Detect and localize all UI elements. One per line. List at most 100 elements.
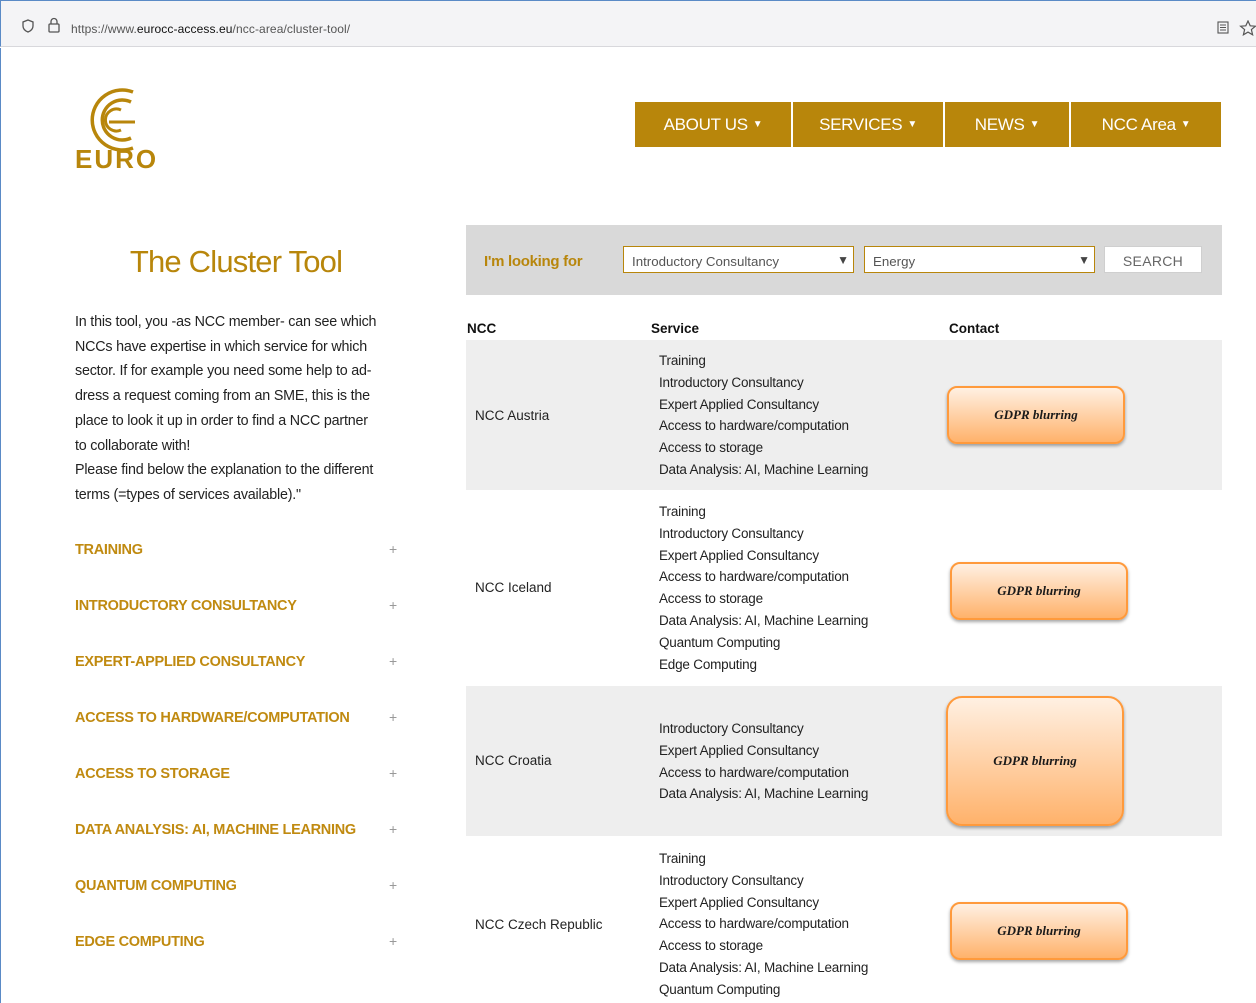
intro-line: terms (=types of services available)." [75,486,301,503]
caret-down-icon: ▼ [752,119,763,130]
service-list: Training Introductory Consultancy Expert… [659,501,868,675]
bookmark-star-icon[interactable] [1239,20,1256,36]
url-field[interactable]: https://www.eurocc-access.eu/ncc-area/cl… [71,22,350,36]
table-row: NCC Czech Republic Training Introductory… [466,836,1222,1003]
table-row: NCC Iceland Training Introductory Consul… [466,490,1222,686]
accordion-edge-computing[interactable]: EDGE COMPUTING + [75,933,405,990]
plus-icon[interactable]: + [389,653,397,669]
intro-line: to collaborate with! [75,437,191,454]
dropdown-arrow-icon: ▼ [1078,253,1090,267]
nav-label: NCC Area [1101,114,1176,134]
service-select-value: Introductory Consultancy [632,254,780,269]
page: EURO ABOUT US ▼ SERVICES ▼ NEWS ▼ NCC Area ▼… [0,48,1256,1003]
reader-view-icon[interactable] [1217,21,1229,34]
url-path: /ncc-area/cluster-tool/ [232,22,351,36]
accordion-label: EXPERT-APPLIED CONSULTANCY [75,654,306,670]
accordion-label: TRAINING [75,542,143,558]
nav-about-us[interactable]: ABOUT US ▼ [635,102,791,147]
accordion-expert-applied-consultancy[interactable]: EXPERT-APPLIED CONSULTANCY + [75,653,405,710]
plus-icon[interactable]: + [389,541,397,557]
service-item: Edge Computing [659,656,757,672]
accordion-quantum-computing[interactable]: QUANTUM COMPUTING + [75,877,405,934]
plus-icon[interactable]: + [389,933,397,949]
shield-icon[interactable] [21,19,35,33]
ncc-name: NCC Iceland [475,580,552,595]
service-item: Introductory Consultancy [659,374,804,390]
caret-down-icon: ▼ [1029,119,1040,130]
ncc-name: NCC Czech Republic [475,917,603,932]
logo-text: EURO [75,144,159,174]
service-item: Data Analysis: AI, Machine Learning [659,461,869,477]
search-bar: I'm looking for Introductory Consultancy… [466,225,1222,295]
service-item: Expert Applied Consultancy [659,547,819,563]
service-item: Training [659,353,706,368]
ncc-name: NCC Austria [475,408,550,423]
contact-redacted: GDPR blurring [950,562,1128,620]
nav-label: NEWS [974,114,1025,134]
search-label: I'm looking for [484,253,583,270]
accordion-label: DATA ANALYSIS: AI, MACHINE LEARNING [75,822,356,838]
service-item: Access to storage [659,938,763,954]
accordion-label: ACCESS TO HARDWARE/COMPUTATION [75,710,350,726]
nav-services[interactable]: SERVICES ▼ [793,102,943,147]
service-item: Training [659,851,706,866]
contact-redacted: GDPR blurring [950,902,1128,960]
accordion-access-to-hardware[interactable]: ACCESS TO HARDWARE/COMPUTATION + [75,709,405,766]
accordion-label: QUANTUM COMPUTING [75,878,237,894]
caret-down-icon: ▼ [907,119,917,130]
nav-ncc-area[interactable]: NCC Area ▼ [1071,102,1221,147]
service-item: Quantum Computing [659,981,781,997]
main-nav: ABOUT US ▼ SERVICES ▼ NEWS ▼ NCC Area ▼ [635,102,1221,147]
accordion-label: ACCESS TO STORAGE [75,766,230,782]
plus-icon[interactable]: + [389,597,397,613]
service-item: Data Analysis: AI, Machine Learning [659,612,869,628]
plus-icon[interactable]: + [389,765,397,781]
accordion-data-analysis[interactable]: DATA ANALYSIS: AI, MACHINE LEARNING + [75,821,405,878]
lock-icon[interactable] [47,17,61,33]
service-item: Introductory Consultancy [659,721,804,736]
intro-line: NCCs have expertise in which service for… [75,338,367,355]
caret-down-icon: ▼ [1180,119,1191,130]
nav-label: ABOUT US [663,114,749,134]
ncc-name: NCC Croatia [475,753,552,768]
accordion-access-to-storage[interactable]: ACCESS TO STORAGE + [75,765,405,822]
header-service: Service [651,321,700,336]
accordion-label: EDGE COMPUTING [75,934,205,950]
service-select[interactable]: Introductory Consultancy ▼ [623,246,854,273]
header-contact: Contact [949,321,1000,336]
service-item: Expert Applied Consultancy [659,742,819,758]
dropdown-arrow-icon: ▼ [837,253,849,267]
plus-icon[interactable]: + [389,709,397,725]
url-domain: eurocc-access.eu [136,22,233,36]
nav-news[interactable]: NEWS ▼ [945,102,1069,147]
search-button[interactable]: SEARCH [1104,246,1202,273]
sector-select-value: Energy [873,254,916,269]
service-item: Access to hardware/computation [659,569,849,585]
service-item: Access to hardware/computation [659,418,849,434]
table-row: NCC Croatia Introductory Consultancy Exp… [466,686,1222,836]
sector-select[interactable]: Energy ▼ [864,246,1095,273]
intro-line: place to look it up in order to find a N… [75,412,368,429]
service-list: Training Introductory Consultancy Expert… [659,848,868,1001]
service-item: Expert Applied Consultancy [659,396,819,412]
plus-icon[interactable]: + [389,877,397,893]
accordion-introductory-consultancy[interactable]: INTRODUCTORY CONSULTANCY + [75,597,405,654]
service-item: Expert Applied Consultancy [659,894,819,910]
service-list: Training Introductory Consultancy Expert… [659,350,868,481]
intro-line: In this tool, you -as NCC member- can se… [75,314,377,330]
contact-redacted: GDPR blurring [947,386,1125,444]
intro-line: sector. If for example you need some hel… [75,363,372,380]
intro-line: Please find below the explanation to the… [75,462,374,479]
service-item: Quantum Computing [659,634,781,650]
service-item: Access to hardware/computation [659,916,849,932]
accordion-label: INTRODUCTORY CONSULTANCY [75,598,297,614]
service-item: Training [659,504,706,519]
accordion-training[interactable]: TRAINING + [75,541,405,598]
intro-line: dress a request coming from an SME, this… [75,388,370,405]
url-prefix: https://www. [71,22,137,36]
service-item: Data Analysis: AI, Machine Learning [659,786,869,802]
plus-icon[interactable]: + [389,821,397,837]
nav-label: SERVICES [819,114,903,134]
service-item: Access to hardware/computation [659,764,849,780]
intro-text: In this tool, you -as NCC member- can se… [75,310,405,508]
